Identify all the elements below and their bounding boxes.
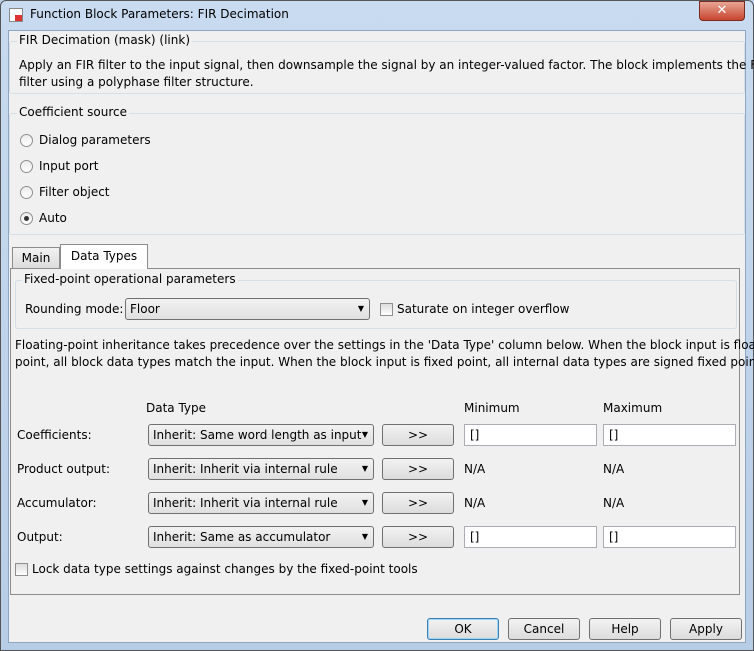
row-label: Product output: bbox=[17, 462, 110, 476]
data-type-assistant-button[interactable]: >> bbox=[382, 458, 454, 480]
data-type-dropdown[interactable]: Inherit: Inherit via internal rule ▼ bbox=[148, 458, 374, 480]
tab-main[interactable]: Main bbox=[12, 247, 60, 268]
ok-button[interactable]: OK bbox=[427, 618, 499, 640]
header-minimum: Minimum bbox=[464, 401, 520, 415]
minimum-input[interactable]: [] bbox=[464, 424, 597, 446]
maximum-value: N/A bbox=[603, 462, 625, 476]
radio-filter-object[interactable] bbox=[20, 186, 33, 199]
chevron-down-icon: ▼ bbox=[361, 498, 368, 507]
mask-title: FIR Decimation (mask) (link) bbox=[17, 33, 192, 47]
radio-input-port[interactable] bbox=[20, 160, 33, 173]
apply-button[interactable]: Apply bbox=[670, 618, 742, 640]
inheritance-note-line2: point, all block data types match the in… bbox=[15, 355, 754, 369]
data-type-assistant-button[interactable]: >> bbox=[382, 526, 454, 548]
chevron-down-icon: ▼ bbox=[361, 430, 368, 439]
data-type-value: Inherit: Same as accumulator bbox=[153, 530, 331, 544]
data-type-dropdown[interactable]: Inherit: Same word length as input ▼ bbox=[148, 424, 374, 446]
data-type-dropdown[interactable]: Inherit: Same as accumulator ▼ bbox=[148, 526, 374, 548]
data-type-dropdown[interactable]: Inherit: Inherit via internal rule ▼ bbox=[148, 492, 374, 514]
maximum-input[interactable]: [] bbox=[603, 424, 736, 446]
row-label: Output: bbox=[17, 530, 63, 544]
radio-auto[interactable] bbox=[20, 212, 33, 225]
help-button[interactable]: Help bbox=[589, 618, 661, 640]
header-maximum: Maximum bbox=[603, 401, 663, 415]
chevron-down-icon: ▼ bbox=[361, 532, 368, 541]
saturate-label: Saturate on integer overflow bbox=[397, 302, 570, 316]
minimum-value: N/A bbox=[464, 496, 486, 510]
row-label: Accumulator: bbox=[17, 496, 97, 510]
radio-label: Filter object bbox=[39, 185, 110, 199]
maximum-value: N/A bbox=[603, 496, 625, 510]
lock-label: Lock data type settings against changes … bbox=[32, 562, 418, 576]
radio-label: Input port bbox=[39, 159, 99, 173]
window-title: Function Block Parameters: FIR Decimatio… bbox=[30, 7, 289, 21]
rounding-mode-value: Floor bbox=[130, 302, 160, 316]
close-button[interactable]: ✕ bbox=[699, 1, 745, 21]
radio-label: Auto bbox=[39, 211, 67, 225]
coefficient-source-title: Coefficient source bbox=[17, 105, 129, 119]
row-label: Coefficients: bbox=[17, 428, 92, 442]
header-data-type: Data Type bbox=[146, 401, 207, 415]
data-type-value: Inherit: Same word length as input bbox=[153, 428, 362, 442]
fixed-point-title: Fixed-point operational parameters bbox=[22, 272, 238, 286]
mask-description-line1: Apply an FIR filter to the input signal,… bbox=[19, 58, 754, 72]
radio-dialog-parameters[interactable] bbox=[20, 134, 33, 147]
chevron-down-icon: ▼ bbox=[361, 464, 368, 473]
lock-checkbox[interactable] bbox=[15, 563, 28, 576]
chevron-down-icon: ▼ bbox=[357, 304, 364, 313]
tab-data-types[interactable]: Data Types bbox=[60, 244, 148, 269]
mask-description-line2: filter using a polyphase filter structur… bbox=[19, 75, 254, 89]
data-type-assistant-button[interactable]: >> bbox=[382, 492, 454, 514]
rounding-mode-label: Rounding mode: bbox=[25, 302, 124, 316]
rounding-mode-dropdown[interactable]: Floor ▼ bbox=[125, 298, 370, 320]
app-icon bbox=[9, 8, 23, 22]
coefficient-source-group bbox=[9, 113, 745, 235]
saturate-checkbox[interactable] bbox=[380, 303, 393, 316]
minimum-value: N/A bbox=[464, 462, 486, 476]
cancel-button[interactable]: Cancel bbox=[508, 618, 580, 640]
minimum-input[interactable]: [] bbox=[464, 526, 597, 548]
data-type-assistant-button[interactable]: >> bbox=[382, 424, 454, 446]
data-type-value: Inherit: Inherit via internal rule bbox=[153, 496, 338, 510]
maximum-input[interactable]: [] bbox=[603, 526, 736, 548]
radio-label: Dialog parameters bbox=[39, 133, 151, 147]
data-type-value: Inherit: Inherit via internal rule bbox=[153, 462, 338, 476]
inheritance-note-line1: Floating-point inheritance takes precede… bbox=[15, 338, 754, 352]
